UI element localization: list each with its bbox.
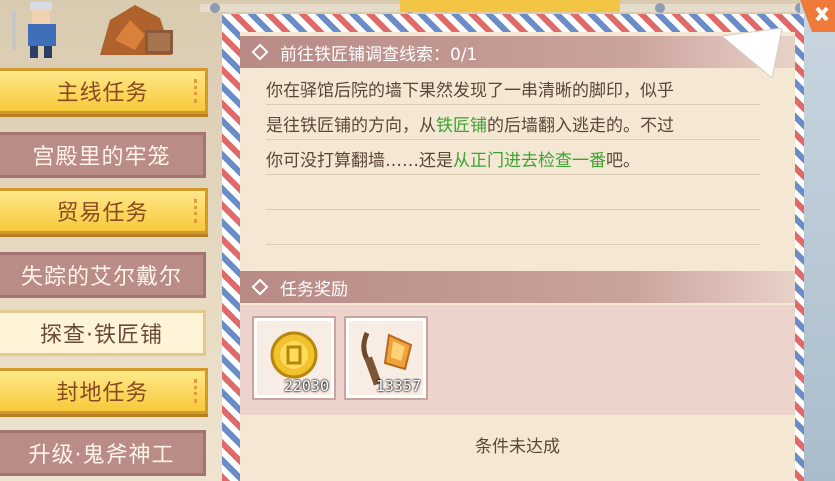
status-text: 条件未达成 [475, 437, 560, 457]
paper-corner-icon [722, 28, 783, 78]
quest-item-investigate-smithy[interactable]: 探查·铁匠铺 [0, 310, 206, 356]
tab-label: 封地任务 [56, 381, 149, 406]
tab-label: 失踪的艾尔戴尔 [20, 265, 182, 290]
rewards-header: 任务奖励 [240, 271, 795, 303]
quest-category-sidebar: 主线任务 宫殿里的牢笼 贸易任务 失踪的艾尔戴尔 探查·铁匠铺 封地任务 升级·… [0, 60, 222, 481]
knight-character-icon [12, 2, 56, 58]
desc-line: 你可没打算翻墙……还是从正门进去检查一番吧。 [266, 151, 640, 171]
reward-count: 22030 [283, 377, 329, 395]
tab-label: 升级·鬼斧神工 [28, 443, 175, 468]
desc-line: 你在驿馆后院的墙下果然发现了一串清晰的脚印，似乎 [266, 81, 674, 101]
tab-main-quest[interactable]: 主线任务 [0, 68, 208, 114]
highlight-hint: 从正门进去检查一番 [453, 151, 606, 171]
tab-label: 主线任务 [56, 81, 149, 106]
desc-line: 是往铁匠铺的方向，从铁匠铺的后墙翻入逃走的。不过 [266, 116, 674, 136]
quest-item-upgrade-craft[interactable]: 升级·鬼斧神工 [0, 430, 206, 476]
highlight-location: 铁匠铺 [436, 116, 487, 136]
ore-rock-icon [100, 5, 173, 55]
objective-title: 前往铁匠铺调查线索：0/1 [280, 44, 478, 65]
ruled-line [266, 244, 760, 245]
objective-header: 前往铁匠铺调查线索：0/1 [240, 36, 795, 68]
quest-item-palace-cage[interactable]: 宫殿里的牢笼 [0, 132, 206, 178]
reward-count: 13357 [375, 377, 421, 395]
right-edge-panel [800, 0, 835, 481]
reward-item-gold[interactable]: 22030 [254, 318, 334, 398]
tab-label: 贸易任务 [56, 201, 149, 226]
rewards-title: 任务奖励 [280, 279, 348, 300]
diamond-icon [251, 43, 269, 61]
quest-item-missing-elder[interactable]: 失踪的艾尔戴尔 [0, 252, 206, 298]
quest-description: 你在驿馆后院的墙下果然发现了一串清晰的脚印，似乎 是往铁匠铺的方向，从铁匠铺的后… [266, 74, 760, 179]
reward-item-pickaxe[interactable]: 13357 [346, 318, 426, 398]
tab-label: 宫殿里的牢笼 [32, 145, 171, 170]
diamond-icon [251, 278, 269, 296]
tab-fief-quest[interactable]: 封地任务 [0, 368, 208, 414]
ruled-line [266, 209, 760, 210]
tab-trade-quest[interactable]: 贸易任务 [0, 188, 208, 234]
tab-label: 探查·铁匠铺 [40, 323, 163, 348]
